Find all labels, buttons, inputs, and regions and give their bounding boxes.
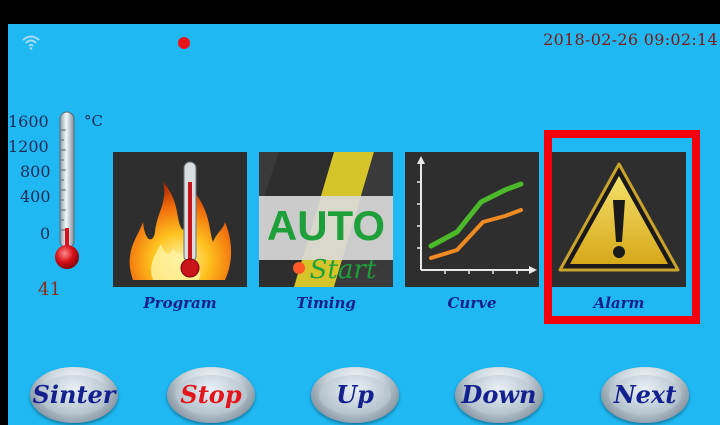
temperature-unit: °C [84, 112, 103, 130]
curve-chart-icon [417, 156, 537, 274]
timing-label: Timing [296, 294, 356, 312]
auto-art-text: AUTO [267, 202, 385, 249]
hmi-screen: 2018-02-26 09:02:14 1600 1200 800 400 0 … [8, 24, 720, 425]
down-button[interactable]: Down [455, 367, 543, 423]
program-label: Program [143, 294, 217, 312]
scale-label: 800 [20, 162, 51, 181]
scale-label: 1200 [8, 137, 49, 156]
thermometer-icon [55, 111, 79, 269]
current-temperature: 41 [38, 279, 61, 300]
next-button-label: Next [613, 380, 677, 409]
start-art-text: Start [310, 255, 377, 285]
scale-label: 0 [40, 224, 51, 243]
wifi-icon [22, 35, 40, 50]
sinter-button-label: Sinter [32, 380, 116, 409]
up-button-label: Up [336, 380, 374, 409]
status-indicator-dot [178, 37, 190, 49]
sinter-button[interactable]: Sinter [30, 367, 118, 423]
curve-label: Curve [447, 294, 497, 312]
fire-thermometer-icon [129, 161, 232, 280]
down-button-label: Down [461, 380, 537, 409]
up-button[interactable]: Up [311, 367, 399, 423]
scale-label: 400 [20, 187, 51, 206]
timing-tile[interactable]: AUTO Start [259, 152, 393, 287]
stop-button[interactable]: Stop [167, 367, 255, 423]
alarm-highlight-frame [544, 130, 700, 324]
stop-button-label: Stop [180, 380, 242, 409]
auto-start-icon: AUTO Start [259, 152, 393, 287]
datetime-display: 2018-02-26 09:02:14 [543, 30, 718, 49]
program-tile[interactable] [113, 152, 247, 287]
scale-label: 1600 [8, 112, 49, 131]
curve-tile[interactable] [405, 152, 539, 287]
next-button[interactable]: Next [601, 367, 689, 423]
